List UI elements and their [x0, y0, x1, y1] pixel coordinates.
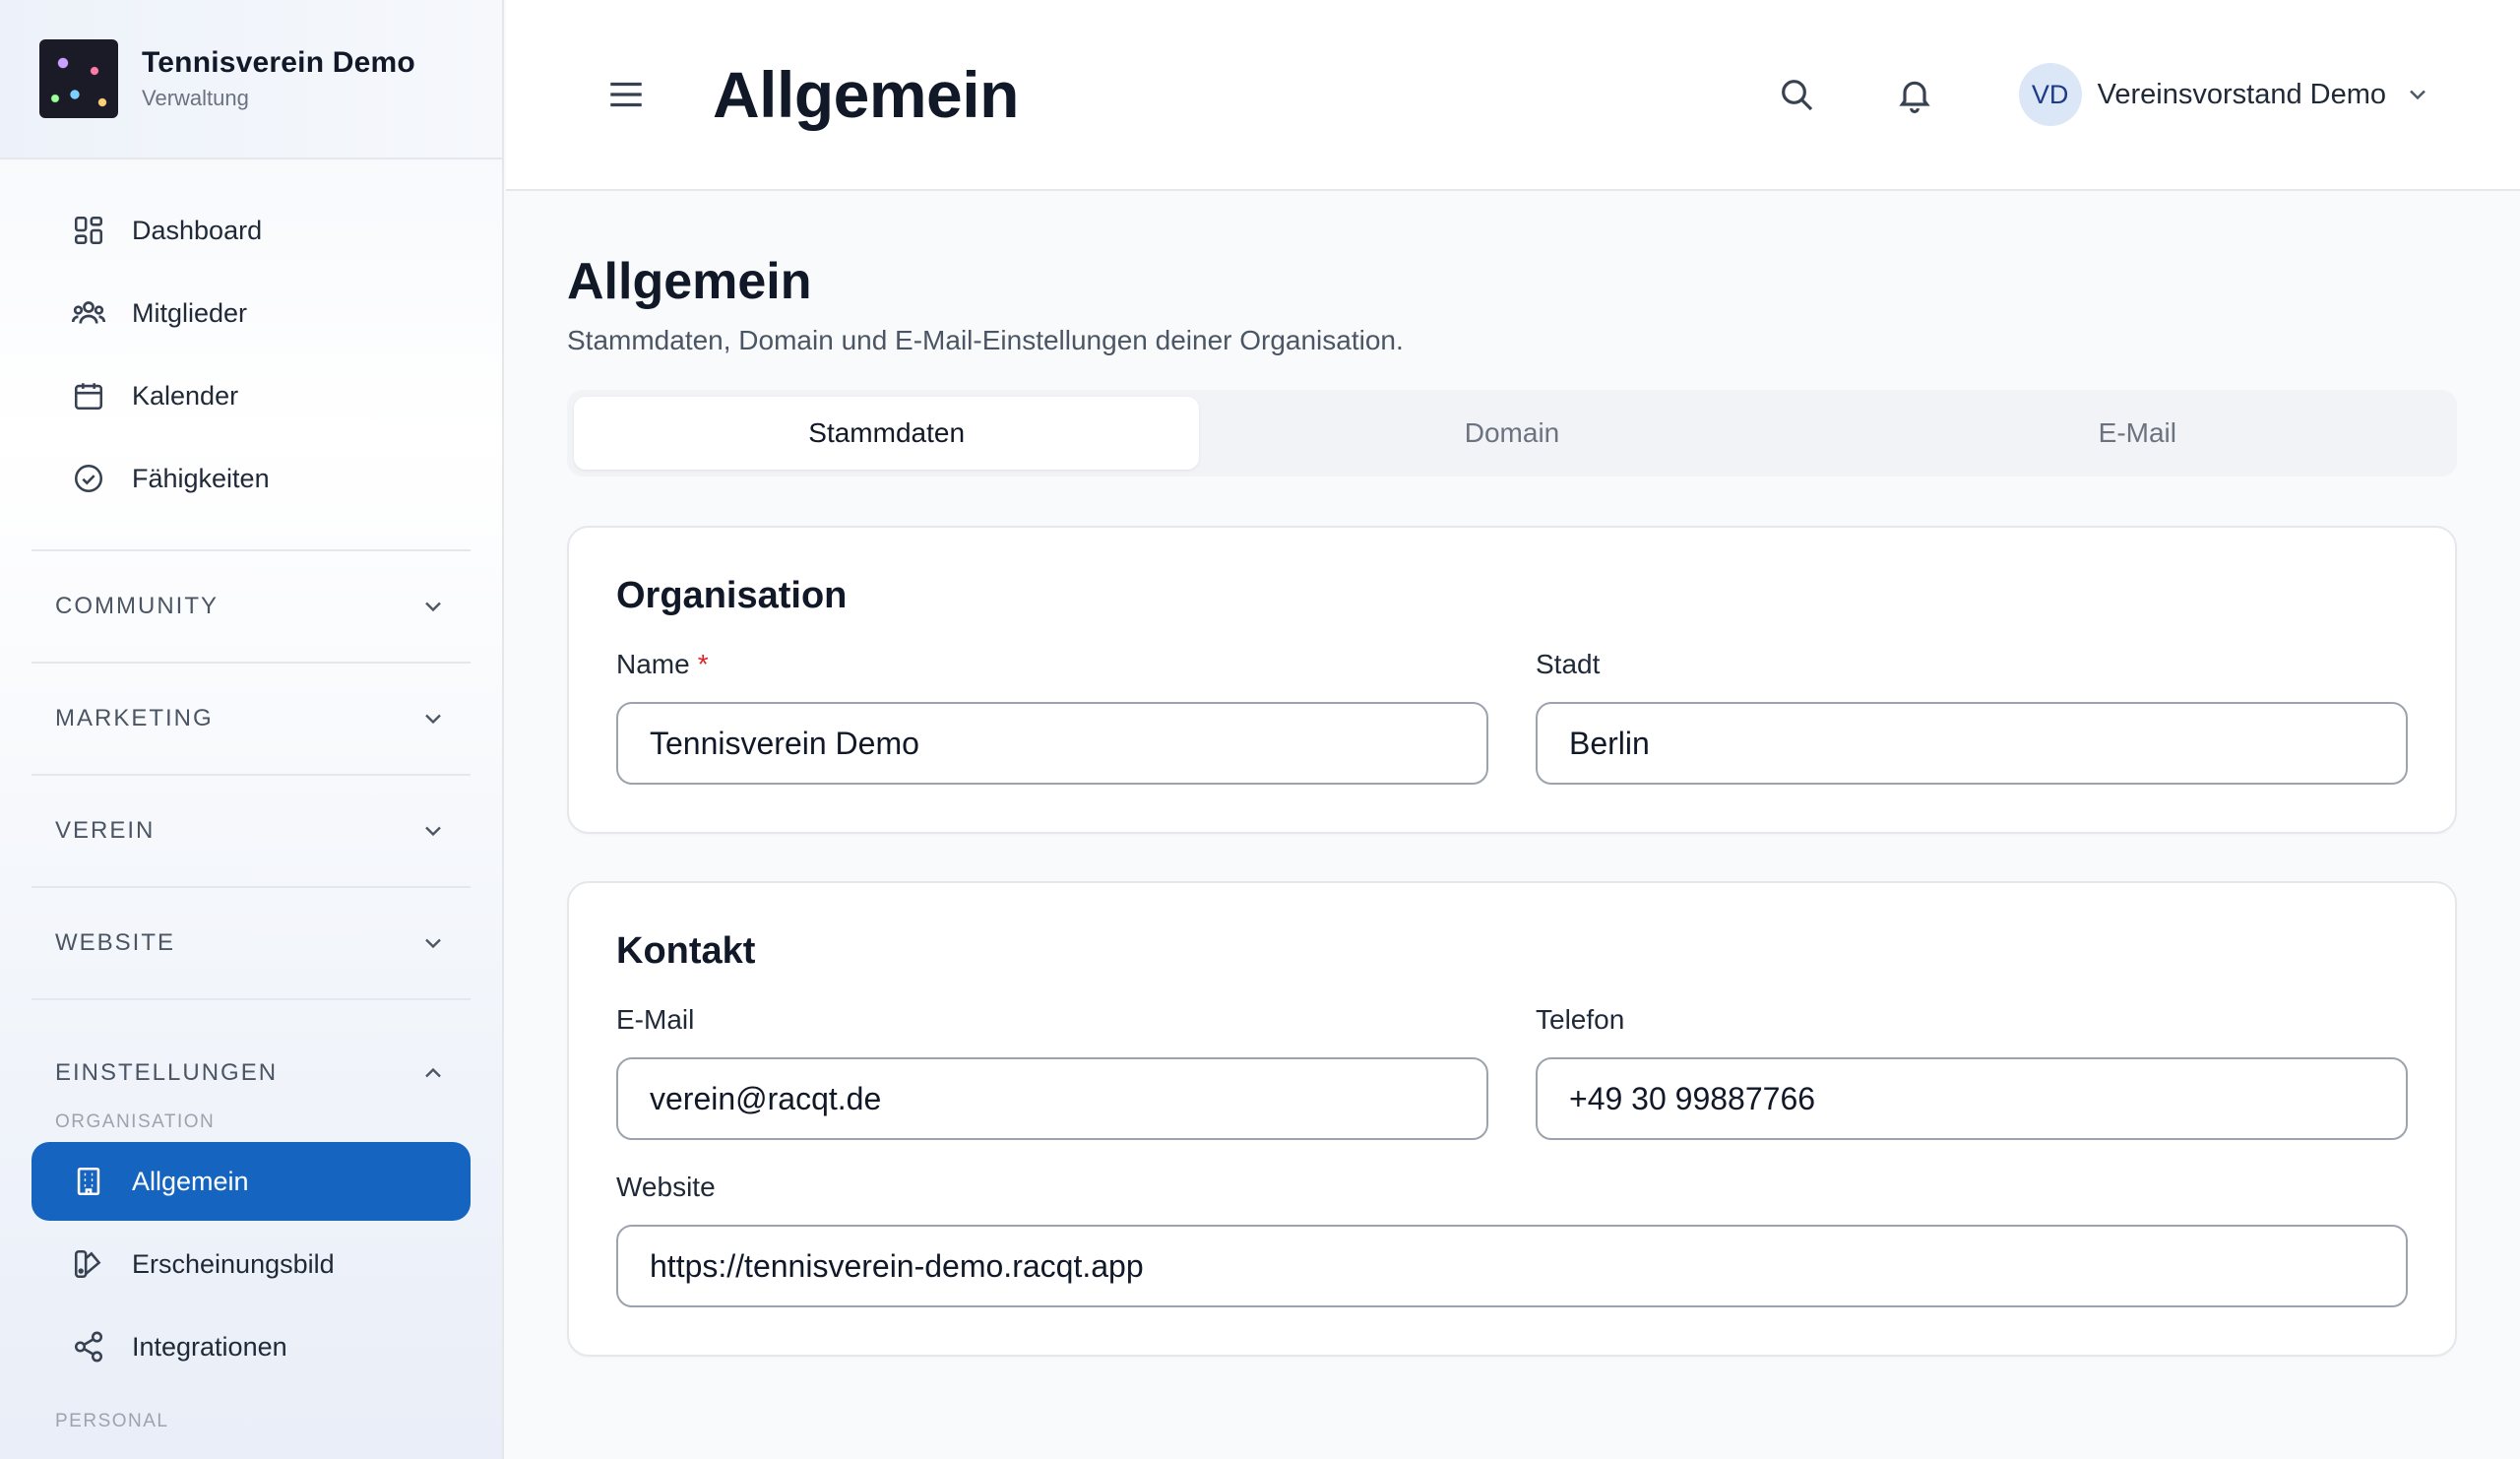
menu-button[interactable] [597, 65, 656, 124]
user-name: Vereinsvorstand Demo [2097, 78, 2386, 110]
brand-title: Tennisverein Demo [142, 46, 415, 79]
header-title: Allgemein [713, 58, 1019, 131]
brand[interactable]: Tennisverein Demo Verwaltung [0, 0, 502, 159]
main-content: Allgemein Stammdaten, Domain und E-Mail-… [567, 191, 2457, 1357]
sidebar-item-integrationen[interactable]: Integrationen [32, 1307, 471, 1386]
palette-icon [71, 1246, 106, 1282]
users-icon [71, 295, 106, 331]
email-field: E-Mail verein@racqt.de [616, 1002, 1488, 1140]
check-circle-icon [71, 461, 106, 496]
sidebar-item-label: Kalender [132, 380, 239, 411]
sidebar-item-label: Mitglieder [132, 297, 248, 328]
top-bar: Allgemein VD Vereinsvorstand Demo [506, 0, 2520, 191]
sidebar-item-faehigkeiten[interactable]: Fähigkeiten [32, 439, 471, 518]
phone-label: Telefon [1536, 1004, 1625, 1035]
subhead-personal: PERSONAL [55, 1411, 169, 1431]
city-field: Stadt Berlin [1536, 647, 2408, 785]
sidebar-item-erscheinungsbild[interactable]: Erscheinungsbild [32, 1225, 471, 1303]
sidebar-item-label: Allgemein [132, 1166, 249, 1196]
section-einstellungen[interactable]: EINSTELLUNGEN [32, 998, 471, 1107]
organisation-card: Organisation Name * Tennisverein Demo St… [567, 526, 2457, 834]
website-field: Website https://tennisverein-demo.racqt.… [616, 1170, 2408, 1307]
name-label: Name * [616, 647, 1488, 682]
section-community[interactable]: COMMUNITY [32, 549, 471, 662]
page-description: Stammdaten, Domain und E-Mail-Einstellun… [567, 325, 1404, 355]
search-icon [1781, 80, 1812, 111]
city-label: Stadt [1536, 649, 1601, 679]
section-verein[interactable]: VEREIN [32, 774, 471, 886]
notifications-button[interactable] [1885, 65, 1944, 124]
sidebar-item-dashboard[interactable]: Dashboard [32, 191, 471, 270]
brand-logo [39, 39, 118, 118]
sidebar-item-mitglieder[interactable]: Mitglieder [32, 274, 471, 352]
contact-card: Kontakt E-Mail verein@racqt.de Telefon +… [567, 881, 2457, 1357]
tab-bar: Stammdaten Domain E-Mail [567, 390, 2457, 476]
section-label: WEBSITE [55, 929, 176, 956]
chevron-down-icon [419, 929, 447, 957]
section-website[interactable]: WEBSITE [32, 886, 471, 998]
website-label: Website [616, 1172, 716, 1202]
sidebar: Tennisverein Demo Verwaltung Dashboard M… [0, 0, 504, 1459]
tab-domain[interactable]: Domain [1199, 397, 1824, 470]
email-label: E-Mail [616, 1004, 695, 1035]
website-input[interactable]: https://tennisverein-demo.racqt.app [616, 1225, 2408, 1307]
tab-email[interactable]: E-Mail [1825, 397, 2450, 470]
user-menu[interactable]: VD Vereinsvorstand Demo [2018, 63, 2431, 126]
header-actions: VD Vereinsvorstand Demo [1708, 63, 2431, 126]
phone-input[interactable]: +49 30 99887766 [1536, 1057, 2408, 1140]
sidebar-nav: Dashboard Mitglieder Kalender Fähigkeite… [0, 159, 502, 518]
name-field: Name * Tennisverein Demo [616, 647, 1488, 785]
chevron-down-icon [419, 817, 447, 845]
share-icon [71, 1329, 106, 1364]
name-label-text: Name [616, 649, 690, 679]
sidebar-item-label: Dashboard [132, 215, 263, 245]
section-label: VEREIN [55, 817, 156, 844]
page-title: Allgemein [567, 253, 812, 310]
brand-subtitle: Verwaltung [142, 86, 249, 110]
hamburger-icon [610, 82, 642, 107]
name-input[interactable]: Tennisverein Demo [616, 702, 1488, 785]
section-marketing[interactable]: MARKETING [32, 662, 471, 774]
sidebar-item-label: Fähigkeiten [132, 463, 270, 493]
city-input[interactable]: Berlin [1536, 702, 2408, 785]
sidebar-item-label: Erscheinungsbild [132, 1248, 335, 1279]
tab-stammdaten[interactable]: Stammdaten [574, 397, 1200, 470]
sidebar-item-allgemein[interactable]: Allgemein [32, 1142, 471, 1221]
bell-icon [1898, 81, 1930, 113]
chevron-down-icon [419, 705, 447, 732]
chevron-down-icon [2404, 81, 2431, 108]
chevron-up-icon [419, 1059, 447, 1087]
building-icon [71, 1164, 106, 1199]
dashboard-icon [71, 213, 106, 248]
section-label: EINSTELLUNGEN [55, 1059, 279, 1086]
phone-field: Telefon +49 30 99887766 [1536, 1002, 2408, 1140]
card-title: Organisation [616, 575, 848, 616]
email-input[interactable]: verein@racqt.de [616, 1057, 1488, 1140]
brand-text: Tennisverein Demo Verwaltung [142, 46, 415, 111]
search-button[interactable] [1767, 65, 1826, 124]
sidebar-item-kalender[interactable]: Kalender [32, 356, 471, 435]
section-label: COMMUNITY [55, 593, 219, 619]
required-mark: * [697, 649, 709, 679]
section-label: MARKETING [55, 705, 214, 731]
card-title: Kontakt [616, 930, 756, 972]
subhead-organisation: ORGANISATION [55, 1111, 216, 1132]
avatar: VD [2018, 63, 2082, 126]
sidebar-item-label: Integrationen [132, 1331, 287, 1362]
chevron-down-icon [419, 593, 447, 620]
calendar-icon [71, 378, 106, 413]
